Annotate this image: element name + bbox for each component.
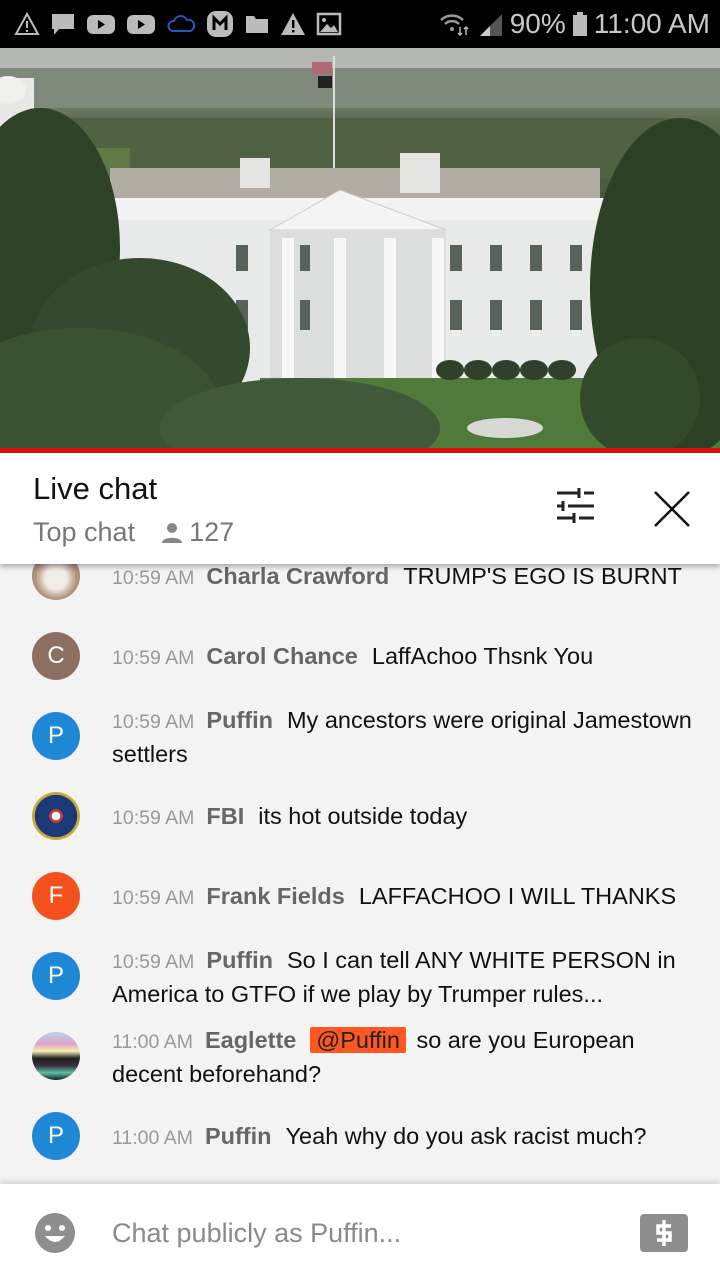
message-time: 10:59 AM (112, 647, 195, 669)
message-text: its hot outside today (258, 803, 468, 829)
person-icon (162, 522, 183, 543)
signal-icon (479, 14, 502, 36)
author-avatar[interactable]: F (32, 872, 80, 920)
avatar-letter: C (47, 642, 65, 669)
battery-icon (572, 12, 587, 36)
tune-icon (557, 488, 594, 523)
author-avatar[interactable]: P (32, 1112, 80, 1160)
author-avatar[interactable] (32, 1032, 80, 1080)
warning-icon (14, 11, 40, 35)
avatar-letter: P (47, 1122, 64, 1149)
clock: 11:00 AM (593, 8, 710, 39)
mention-chip[interactable]: @Puffin (310, 1027, 406, 1053)
image-icon (316, 12, 342, 36)
author-avatar[interactable] (32, 792, 80, 840)
message-text: LaffAchoo Thsnk You (371, 643, 594, 669)
message-text: My ancestors were original Jamestown set… (112, 707, 692, 767)
author-name[interactable]: FBI (206, 803, 244, 829)
battery-percent: 90% (509, 8, 566, 39)
message-text: TRUMP'S EGO IS BURNT (403, 564, 682, 589)
alert-icon (281, 13, 305, 35)
system-status: 90% 11:00 AM (438, 8, 710, 40)
message-time: 10:59 AM (112, 807, 195, 829)
wifi-icon (439, 14, 469, 37)
author-name[interactable]: Puffin (206, 707, 273, 733)
message-content: 10:59 AM Carol Chance LaffAchoo Thsnk You (112, 640, 692, 674)
message-content: 10:59 AM Charla Crawford TRUMP'S EGO IS BU… (112, 564, 692, 594)
message-content: 10:59 AM Puffin My ancestors were original… (112, 704, 692, 770)
author-avatar[interactable]: P (32, 952, 80, 1000)
chat-filter-button[interactable] (552, 485, 600, 529)
author-name[interactable]: Charla Crawford (206, 564, 389, 589)
dollar-icon (656, 1220, 672, 1246)
message-text: So I can tell ANY WHITE PERSON in Americ… (112, 947, 676, 1007)
author-name[interactable]: Eaglette (205, 1027, 296, 1053)
chat-message-list[interactable]: 10:59 AM Charla Crawford TRUMP'S EGO IS BU… (0, 564, 720, 1184)
close-chat-button[interactable] (648, 485, 696, 533)
status-bar: 90% 11:00 AM (0, 0, 720, 48)
chat-mode-selector[interactable]: Top chat (33, 517, 135, 548)
close-icon (654, 491, 690, 527)
cloud-icon (167, 15, 196, 32)
youtube-icon (127, 15, 155, 34)
smiley-icon (35, 1213, 75, 1253)
author-avatar[interactable]: P (32, 712, 80, 760)
message-content: 10:59 AM FBI its hot outside today (112, 800, 692, 834)
viewer-count: 127 (161, 517, 234, 548)
viewer-count-value: 127 (189, 517, 235, 547)
app-screen: 90% 11:00 AM Live chat Top chat 127 10:5… (0, 0, 720, 1280)
video-player[interactable] (0, 48, 720, 450)
avatar-letter: P (47, 722, 64, 749)
author-name[interactable]: Carol Chance (206, 643, 358, 669)
author-avatar[interactable]: C (32, 632, 80, 680)
message-time: 11:00 AM (112, 1031, 193, 1053)
youtube-icon (87, 15, 115, 34)
message-time: 10:59 AM (112, 887, 195, 909)
message-time: 10:59 AM (112, 567, 195, 589)
chat-title: Live chat (33, 471, 158, 506)
message-content: 10:59 AM Puffin So I can tell ANY WHITE PE… (112, 944, 692, 1010)
video-frame (0, 48, 720, 450)
message-time: 10:59 AM (112, 951, 195, 973)
message-content: 11:00 AM Eaglette @Puffin so are you Europ… (112, 1024, 692, 1090)
avatar-letter: P (47, 962, 64, 989)
message-time: 11:00 AM (112, 1127, 193, 1149)
author-name[interactable]: Frank Fields (206, 883, 344, 909)
emoji-button[interactable] (34, 1212, 76, 1254)
chat-message-input[interactable] (112, 1210, 612, 1256)
notification-icons (14, 10, 342, 38)
super-chat-button[interactable] (640, 1214, 688, 1252)
m-app-icon (207, 11, 233, 37)
folder-icon (246, 16, 268, 33)
message-time: 10:59 AM (112, 711, 195, 733)
chat-input-bar (0, 1184, 720, 1280)
message-content: 10:59 AM Frank Fields LAFFACHOO I WILL THA… (112, 880, 692, 914)
author-avatar[interactable] (32, 564, 80, 600)
avatar-letter: F (48, 882, 64, 909)
author-name[interactable]: Puffin (206, 947, 273, 973)
chat-header: Live chat Top chat 127 (0, 453, 720, 564)
message-text: Yeah why do you ask racist much? (285, 1123, 647, 1149)
message-content: 11:00 AM Puffin Yeah why do you ask racist… (112, 1120, 692, 1154)
chat-subheader: Top chat 127 (33, 517, 234, 548)
message-text: LAFFACHOO I WILL THANKS (358, 883, 677, 909)
message-icon (52, 14, 74, 35)
author-name[interactable]: Puffin (205, 1123, 272, 1149)
